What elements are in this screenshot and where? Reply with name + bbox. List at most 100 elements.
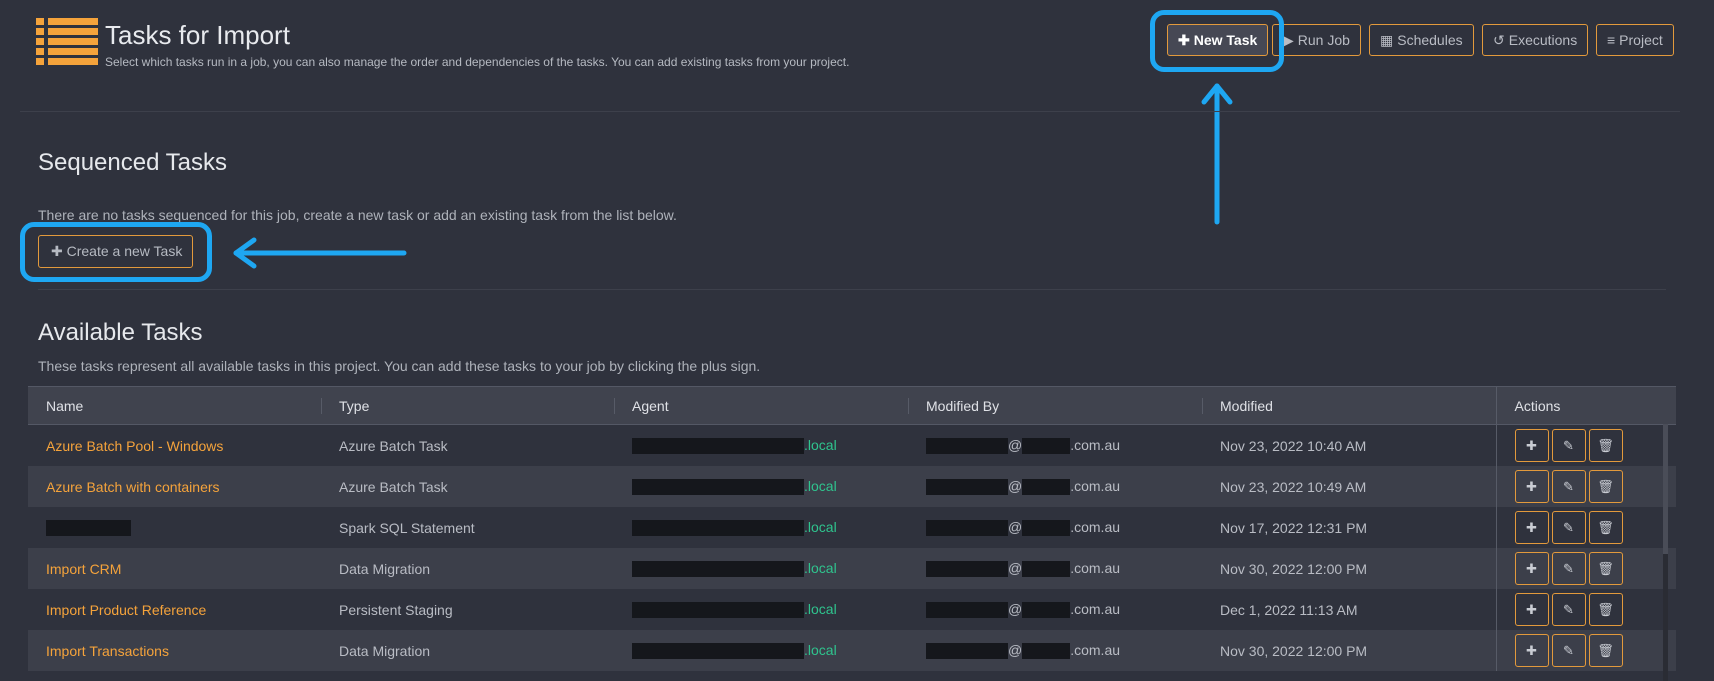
delete-task-button[interactable]: 🗑: [1588, 470, 1623, 503]
task-type: Data Migration: [321, 548, 614, 589]
column-header-modified[interactable]: Modified: [1202, 386, 1496, 425]
task-modified: Nov 30, 2022 12:00 PM: [1202, 630, 1496, 671]
redacted-block: [46, 520, 131, 537]
edit-task-button[interactable]: ✎: [1551, 470, 1586, 503]
task-actions: ✚ ✎ 🗑: [1495, 589, 1676, 630]
run-job-button[interactable]: ▶ Run Job: [1272, 24, 1361, 56]
edit-icon: ✎: [1563, 520, 1574, 535]
task-agent: .local: [614, 424, 908, 466]
task-modified: Dec 1, 2022 11:13 AM: [1202, 589, 1496, 630]
play-circle-icon: ▶: [1283, 32, 1294, 48]
task-agent: .local: [614, 589, 908, 630]
task-name-link[interactable]: Import Product Reference: [46, 602, 206, 618]
section-divider: [38, 289, 1666, 290]
edit-icon: ✎: [1563, 561, 1574, 576]
trash-icon: 🗑: [1597, 561, 1614, 576]
task-modified-by: @ .com.au: [908, 507, 1202, 548]
task-actions: ✚ ✎ 🗑: [1495, 630, 1676, 671]
column-header-type[interactable]: Type: [321, 386, 614, 425]
page-subtitle: Select which tasks run in a job, you can…: [105, 55, 850, 69]
delete-task-button[interactable]: 🗑: [1588, 552, 1623, 585]
redacted-block: [632, 520, 804, 537]
available-tasks-note: These tasks represent all available task…: [38, 358, 761, 374]
table-row: Import Transactions Data Migration .loca…: [28, 630, 1676, 671]
project-button[interactable]: ≡ Project: [1596, 24, 1674, 56]
trash-icon: 🗑: [1597, 479, 1614, 494]
task-name-link[interactable]: Import Transactions: [46, 643, 169, 659]
table-header-row: Name Type Agent Modified By Modified Act…: [28, 386, 1676, 425]
task-actions: ✚ ✎ 🗑: [1495, 507, 1676, 548]
trash-icon: 🗑: [1597, 643, 1614, 658]
edit-icon: ✎: [1563, 479, 1574, 494]
task-modified: Nov 17, 2022 12:31 PM: [1202, 507, 1496, 548]
task-type: Spark SQL Statement: [321, 507, 614, 548]
add-task-button[interactable]: ✚: [1514, 593, 1549, 626]
column-header-agent[interactable]: Agent: [614, 386, 908, 425]
table-row: Import Product Reference Persistent Stag…: [28, 589, 1676, 630]
column-header-name[interactable]: Name: [28, 386, 321, 425]
redacted-block: [926, 479, 1008, 496]
edit-task-button[interactable]: ✎: [1551, 429, 1586, 462]
task-name-link[interactable]: Import CRM: [46, 561, 121, 577]
executions-button[interactable]: ↺ Executions: [1482, 24, 1589, 56]
edit-icon: ✎: [1563, 643, 1574, 658]
task-modified: Nov 23, 2022 10:49 AM: [1202, 466, 1496, 507]
task-type: Persistent Staging: [321, 589, 614, 630]
task-name-link[interactable]: Azure Batch Pool - Windows: [46, 438, 223, 454]
edit-task-button[interactable]: ✎: [1551, 511, 1586, 544]
task-agent: .local: [614, 466, 908, 507]
add-task-button[interactable]: ✚: [1514, 634, 1549, 667]
column-header-actions: Actions: [1495, 386, 1676, 425]
redacted-block: [926, 520, 1008, 537]
arrow-left-annotation: [233, 237, 407, 269]
edit-task-button[interactable]: ✎: [1551, 634, 1586, 667]
add-task-button[interactable]: ✚: [1514, 429, 1549, 462]
highlight-create-task: [20, 222, 212, 282]
trash-icon: 🗑: [1597, 438, 1614, 453]
add-task-button[interactable]: ✚: [1514, 470, 1549, 503]
redacted-block: [632, 479, 804, 496]
table-row: Spark SQL Statement .local @ .com.au Nov …: [28, 507, 1676, 548]
task-name-link[interactable]: Azure Batch with containers: [46, 479, 220, 495]
edit-task-button[interactable]: ✎: [1551, 552, 1586, 585]
arrow-up-annotation: [1201, 83, 1233, 225]
schedules-button[interactable]: ▦ Schedules: [1369, 24, 1474, 56]
task-actions: ✚ ✎ 🗑: [1495, 466, 1676, 507]
task-agent: .local: [614, 548, 908, 589]
task-type: Azure Batch Task: [321, 424, 614, 466]
edit-task-button[interactable]: ✎: [1551, 593, 1586, 626]
task-agent: .local: [614, 507, 908, 548]
redacted-block: [1022, 643, 1071, 660]
task-modified-by: @ .com.au: [908, 424, 1202, 466]
add-task-button[interactable]: ✚: [1514, 511, 1549, 544]
task-type: Data Migration: [321, 630, 614, 671]
available-tasks-heading: Available Tasks: [38, 319, 203, 346]
task-agent: .local: [614, 630, 908, 671]
redacted-block: [632, 643, 804, 660]
add-task-button[interactable]: ✚: [1514, 552, 1549, 585]
available-tasks-table: Name Type Agent Modified By Modified Act…: [28, 386, 1676, 671]
delete-task-button[interactable]: 🗑: [1588, 429, 1623, 462]
column-header-modified-by[interactable]: Modified By: [908, 386, 1202, 425]
header-divider: [20, 111, 1680, 112]
table-row: Azure Batch with containers Azure Batch …: [28, 466, 1676, 507]
delete-task-button[interactable]: 🗑: [1588, 593, 1623, 626]
trash-icon: 🗑: [1597, 602, 1614, 617]
redacted-block: [926, 438, 1008, 455]
redacted-block: [632, 438, 804, 455]
bars-icon: ≡: [1607, 32, 1616, 48]
task-actions: ✚ ✎ 🗑: [1495, 424, 1676, 466]
redacted-block: [632, 602, 804, 619]
redacted-block: [632, 561, 804, 578]
redacted-block: [1022, 479, 1071, 496]
task-modified-by: @ .com.au: [908, 589, 1202, 630]
task-modified-by: @ .com.au: [908, 630, 1202, 671]
edit-icon: ✎: [1563, 602, 1574, 617]
calendar-icon: ▦: [1380, 32, 1394, 48]
table-scrollbar-thumb[interactable]: [1663, 424, 1668, 554]
redacted-block: [926, 561, 1008, 578]
delete-task-button[interactable]: 🗑: [1588, 634, 1623, 667]
edit-icon: ✎: [1563, 438, 1574, 453]
task-modified: Nov 23, 2022 10:40 AM: [1202, 424, 1496, 466]
delete-task-button[interactable]: 🗑: [1588, 511, 1623, 544]
